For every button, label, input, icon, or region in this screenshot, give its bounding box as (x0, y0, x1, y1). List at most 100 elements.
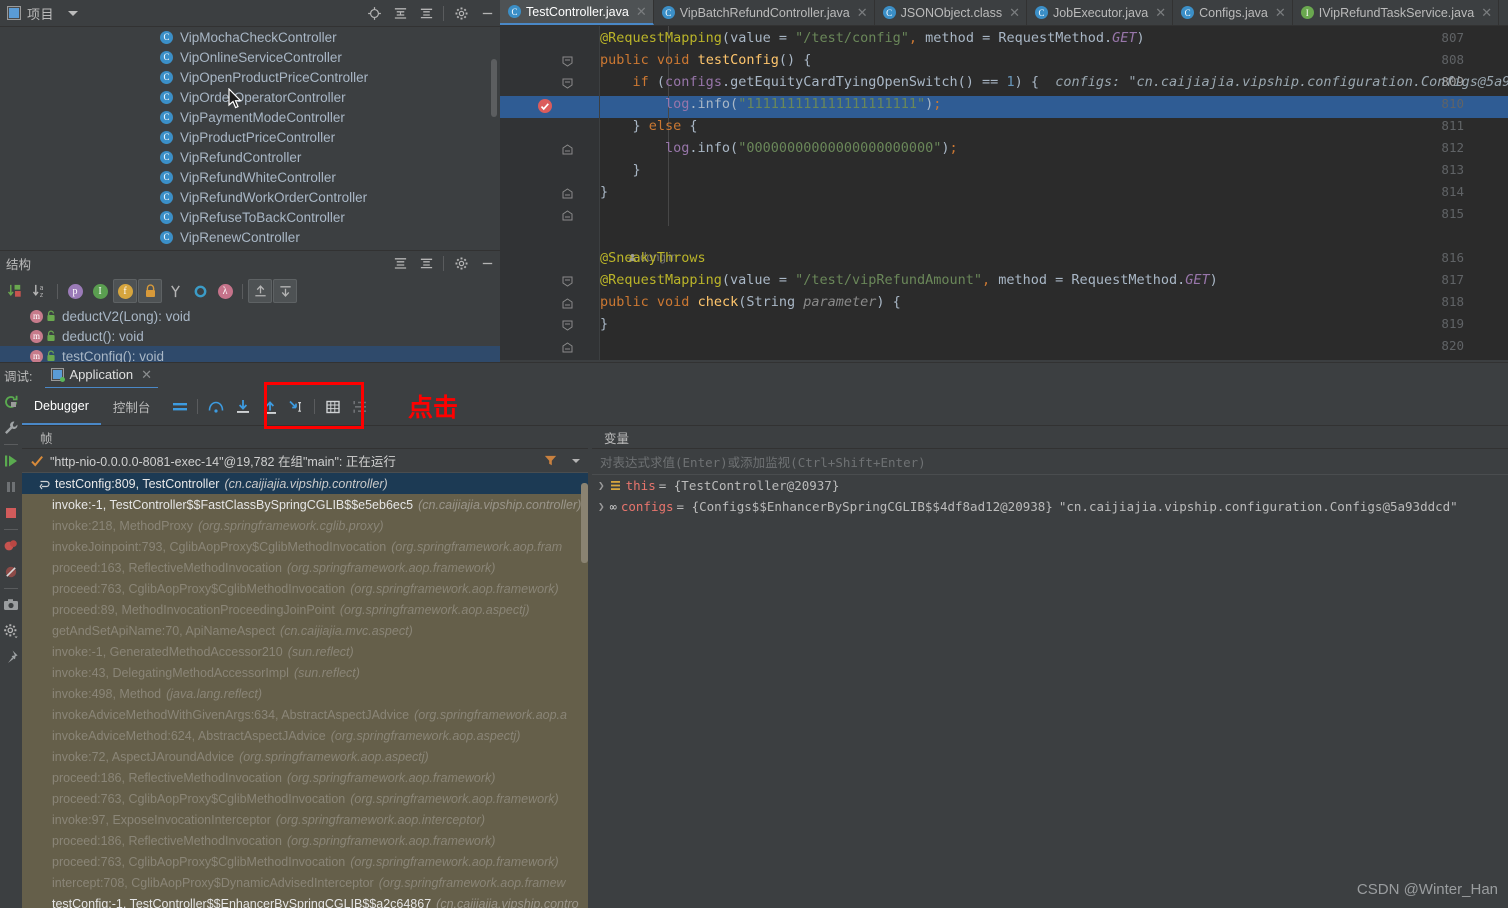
show-lambdas-icon[interactable]: λ (213, 279, 237, 303)
editor-gutter[interactable] (500, 26, 600, 360)
list-item[interactable]: invokeAdviceMethodWithGivenArgs:634, Abs… (22, 704, 590, 725)
list-item[interactable]: testConfig:-1, TestController$$EnhancerB… (22, 893, 590, 908)
list-item[interactable]: C VipRefundWorkOrderController (0, 187, 500, 207)
list-item[interactable]: m deduct(): void (0, 326, 500, 346)
list-item[interactable]: C VipProductPriceController (0, 127, 500, 147)
tab-job-executor[interactable]: C JobExecutor.java ✕ (1027, 0, 1174, 25)
list-item[interactable]: C VipOrderOperatorController (0, 87, 500, 107)
code-line-811[interactable]: } else { (600, 118, 698, 134)
tab-ivip-refund-task-service[interactable]: I IVipRefundTaskService.java ✕ (1293, 0, 1500, 25)
code-line-807[interactable]: @RequestMapping(value = "/test/config", … (600, 30, 1145, 46)
list-item[interactable]: invoke:218, MethodProxy (org.springframew… (22, 515, 590, 536)
tab-jsonobject-class[interactable]: C JSONObject.class ✕ (875, 0, 1027, 25)
gear-icon[interactable] (448, 252, 474, 276)
list-item[interactable]: C VipOpenProductPriceController (0, 67, 500, 87)
close-icon[interactable]: ✕ (636, 4, 647, 20)
list-item[interactable]: proceed:163, ReflectiveMethodInvocation (… (22, 557, 590, 578)
scroll-to-source-icon[interactable] (273, 279, 297, 303)
project-tree[interactable]: C VipMochaCheckController C VipOnlineServi… (0, 27, 500, 250)
list-item[interactable]: invoke:72, AspectJAroundAdvice (org.sprin… (22, 746, 590, 767)
fold-marker-icon[interactable] (562, 78, 573, 89)
chevron-down-icon[interactable] (68, 10, 79, 16)
list-item[interactable]: getAndSetApiName:70, ApiNameAspect (cn.ca… (22, 620, 590, 641)
fold-marker-icon[interactable] (562, 210, 573, 221)
code-editor[interactable]: 807 808 809 810 811 812 813 814 815 816 … (500, 26, 1508, 360)
list-item[interactable]: proceed:186, ReflectiveMethodInvocation (… (22, 830, 590, 851)
locate-icon[interactable] (361, 1, 387, 25)
collapse-all-icon[interactable] (413, 1, 439, 25)
fold-marker-icon[interactable] (562, 320, 573, 331)
code-line-814[interactable]: } (600, 184, 608, 200)
close-icon[interactable]: ✕ (1009, 5, 1020, 21)
step-into-icon[interactable] (229, 393, 256, 421)
chevron-down-icon[interactable] (570, 455, 582, 467)
show-interfaces-icon[interactable] (188, 279, 212, 303)
fold-marker-icon[interactable] (562, 188, 573, 199)
minimize-icon[interactable] (474, 252, 500, 276)
show-properties-icon[interactable]: p (63, 279, 87, 303)
pin-icon[interactable] (0, 644, 22, 670)
frames-list[interactable]: testConfig:809, TestController (cn.caijia… (22, 473, 590, 908)
tab-console[interactable]: 控制台 (101, 388, 163, 425)
fold-marker-icon[interactable] (562, 56, 573, 67)
list-item[interactable]: intercept:708, CglibAopProxy$DynamicAdvi… (22, 872, 590, 893)
close-icon[interactable]: ✕ (141, 367, 152, 383)
force-step-into-icon[interactable] (283, 393, 310, 421)
fold-marker-icon[interactable] (562, 298, 573, 309)
minimize-icon[interactable] (474, 1, 500, 25)
close-icon[interactable]: ✕ (857, 5, 868, 21)
settings-list-icon[interactable] (346, 393, 373, 421)
fold-marker-icon[interactable] (562, 342, 573, 353)
project-tree-scrollbar[interactable] (491, 59, 497, 117)
layout-icon[interactable] (166, 393, 193, 421)
list-item[interactable]: invokeJoinpoint:793, CglibAopProxy$Cglib… (22, 536, 590, 557)
list-item[interactable]: ❯ ∞ configs = {Configs$$EnhancerBySpring… (592, 496, 1508, 517)
list-item[interactable]: C VipRefundWhiteController (0, 167, 500, 187)
list-item[interactable]: invoke:43, DelegatingMethodAccessorImpl (… (22, 662, 590, 683)
mute-breakpoints-icon[interactable] (0, 559, 22, 585)
expand-all-icon[interactable] (387, 1, 413, 25)
list-item[interactable]: ❯ this = {TestController@20937} (592, 475, 1508, 496)
list-item[interactable]: invoke:-1, TestController$$FastClassBySp… (22, 494, 590, 515)
list-item[interactable]: C VipOnlineServiceController (0, 47, 500, 67)
list-item[interactable]: C VipMochaCheckController (0, 27, 500, 47)
show-inherited-icon[interactable]: I (88, 279, 112, 303)
list-item[interactable]: proceed:763, CglibAopProxy$CglibMethodIn… (22, 788, 590, 809)
scroll-from-source-icon[interactable] (248, 279, 272, 303)
list-item[interactable]: m deductV2(Long): void (0, 306, 500, 326)
camera-icon[interactable] (0, 592, 22, 618)
list-item[interactable]: C VipPaymentModeController (0, 107, 500, 127)
sort-by-visibility-icon[interactable] (3, 279, 27, 303)
list-item[interactable]: proceed:186, ReflectiveMethodInvocation (… (22, 767, 590, 788)
list-item[interactable]: C VipRefuseToBackController (0, 207, 500, 227)
show-non-public-icon[interactable] (138, 279, 162, 303)
rerun-icon[interactable] (0, 389, 22, 415)
list-item[interactable]: invoke:97, ExposeInvocationInterceptor (o… (22, 809, 590, 830)
sort-alphabetically-icon[interactable]: az (28, 279, 52, 303)
thread-selector[interactable]: "http-nio-0.0.0.0-8081-exec-14"@19,782 在… (22, 449, 590, 473)
frames-scrollbar[interactable] (581, 483, 588, 563)
collapse-all-icon[interactable] (413, 252, 439, 276)
code-line-816[interactable]: @SneakyThrows (600, 250, 706, 266)
list-item[interactable]: testConfig:809, TestController (cn.caijia… (22, 473, 590, 494)
step-over-icon[interactable] (202, 393, 229, 421)
code-line-813[interactable]: } (600, 162, 641, 178)
list-item[interactable]: proceed:763, CglibAopProxy$CglibMethodIn… (22, 851, 590, 872)
list-item[interactable]: invoke:-1, GeneratedMethodAccessor210 (su… (22, 641, 590, 662)
code-line-810[interactable]: log.info("111111111111111111111"); (600, 96, 941, 112)
list-item[interactable]: C VipRenewController (0, 227, 500, 247)
list-item[interactable]: C VipRefundController (0, 147, 500, 167)
gear-icon[interactable] (448, 1, 474, 25)
structure-list[interactable]: m deductV2(Long): void m deduct(): void … (0, 306, 500, 362)
view-breakpoints-icon[interactable] (0, 533, 22, 559)
code-line-817[interactable]: @RequestMapping(value = "/test/vipRefund… (600, 272, 1218, 288)
list-item[interactable]: proceed:89, MethodInvocationProceedingJo… (22, 599, 590, 620)
breakpoint-icon[interactable] (538, 99, 552, 113)
list-item[interactable]: m testConfig(): void (0, 346, 500, 362)
chevron-right-icon[interactable]: ❯ (598, 479, 605, 492)
code-line-818[interactable]: public void check(String parameter) { (600, 294, 901, 310)
code-line-812[interactable]: log.info("00000000000000000000000"); (600, 140, 958, 156)
list-item[interactable]: invoke:498, Method (java.lang.reflect) (22, 683, 590, 704)
settings-wrench-icon[interactable] (0, 415, 22, 441)
close-icon[interactable]: ✕ (1481, 5, 1492, 21)
